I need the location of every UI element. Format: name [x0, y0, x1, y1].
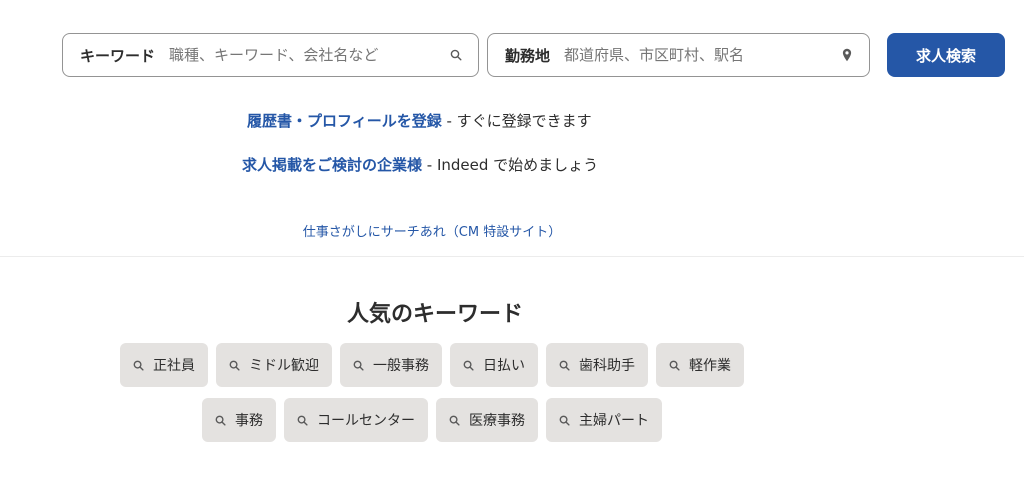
- keyword-chip-label: 事務: [235, 413, 263, 429]
- keyword-chip[interactable]: 歯科助手: [546, 343, 648, 387]
- resume-promo-text: - すぐに登録できます: [441, 112, 592, 130]
- keyword-chip[interactable]: ミドル歓迎: [216, 343, 332, 387]
- search-icon: [353, 360, 364, 371]
- search-icon: [215, 415, 226, 426]
- search-icon: [133, 360, 144, 371]
- keyword-chip-label: 医療事務: [469, 413, 525, 429]
- keyword-chip[interactable]: 正社員: [120, 343, 208, 387]
- keyword-chip[interactable]: 医療事務: [436, 398, 538, 442]
- keyword-chip[interactable]: 日払い: [450, 343, 538, 387]
- keyword-chip[interactable]: 軽作業: [656, 343, 744, 387]
- popular-keywords-title: 人気のキーワード: [346, 302, 523, 327]
- keyword-field[interactable]: キーワード: [62, 33, 479, 77]
- employer-link[interactable]: 求人掲載をご検討の企業様: [242, 156, 422, 174]
- keyword-chip[interactable]: 一般事務: [340, 343, 442, 387]
- location-field[interactable]: 勤務地: [487, 33, 870, 77]
- keyword-chip-label: 歯科助手: [579, 358, 635, 374]
- keyword-chip-label: 日払い: [483, 358, 525, 374]
- search-icon: [297, 415, 308, 426]
- keyword-chip-label: ミドル歓迎: [249, 358, 319, 374]
- employer-promo-text: - Indeed で始めましょう: [422, 156, 599, 174]
- section-divider: [0, 256, 1024, 257]
- keyword-row-2: 事務 コールセンター 医療事務 主婦パート: [0, 398, 864, 442]
- keyword-chip-label: 軽作業: [689, 358, 731, 374]
- keyword-chip-label: 主婦パート: [579, 413, 649, 429]
- keyword-chip-label: コールセンター: [317, 413, 415, 429]
- search-jobs-button[interactable]: 求人検索: [887, 33, 1005, 77]
- keyword-chip[interactable]: 主婦パート: [546, 398, 662, 442]
- location-pin-icon[interactable]: [839, 47, 855, 63]
- search-icon: [463, 360, 474, 371]
- resume-promo: 履歴書・プロフィールを登録 - すぐに登録できます: [247, 110, 592, 131]
- keyword-chip-label: 一般事務: [373, 358, 429, 374]
- keyword-chip-label: 正社員: [153, 358, 195, 374]
- search-icon[interactable]: [448, 47, 464, 63]
- keyword-input[interactable]: [169, 46, 448, 64]
- location-input[interactable]: [564, 46, 839, 64]
- search-icon: [449, 415, 460, 426]
- cm-site-link[interactable]: 仕事さがしにサーチあれ（CM 特設サイト）: [0, 221, 864, 240]
- employer-promo: 求人掲載をご検討の企業様 - Indeed で始めましょう: [242, 154, 598, 175]
- keyword-row-1: 正社員 ミドル歓迎 一般事務 日払い 歯科助手 軽作業: [0, 343, 864, 387]
- search-icon: [559, 360, 570, 371]
- search-icon: [669, 360, 680, 371]
- location-label: 勤務地: [505, 46, 551, 65]
- keyword-label: キーワード: [80, 46, 156, 65]
- keyword-chip[interactable]: 事務: [202, 398, 276, 442]
- resume-register-link[interactable]: 履歴書・プロフィールを登録: [247, 112, 442, 130]
- search-icon: [559, 415, 570, 426]
- search-icon: [229, 360, 240, 371]
- keyword-chip[interactable]: コールセンター: [284, 398, 428, 442]
